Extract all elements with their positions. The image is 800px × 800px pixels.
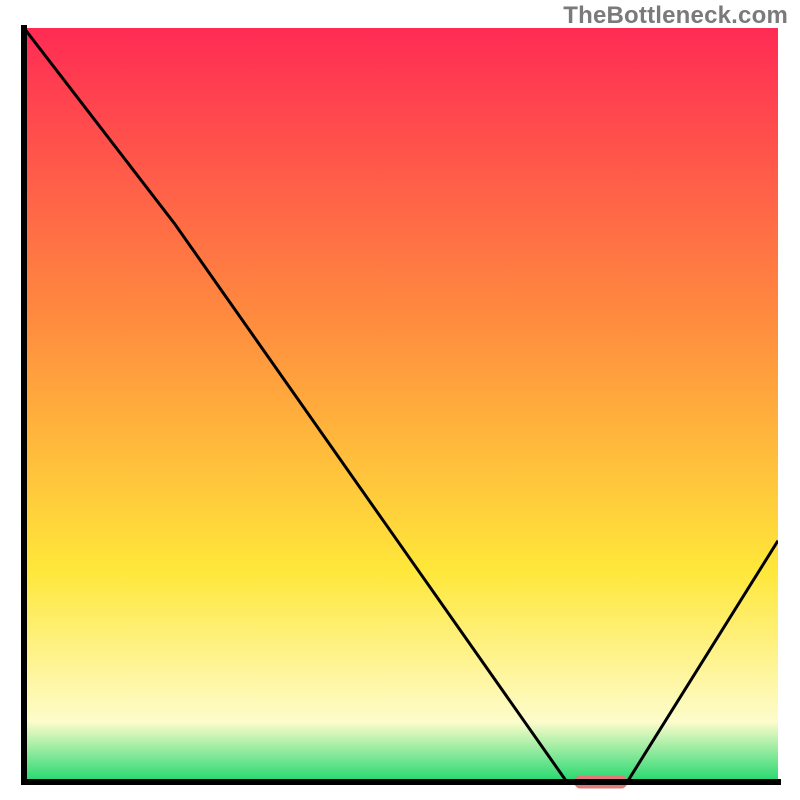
bottleneck-chart-svg — [0, 0, 800, 800]
chart-container: TheBottleneck.com — [0, 0, 800, 800]
watermark-text: TheBottleneck.com — [563, 2, 788, 30]
chart-background-gradient — [24, 28, 778, 782]
